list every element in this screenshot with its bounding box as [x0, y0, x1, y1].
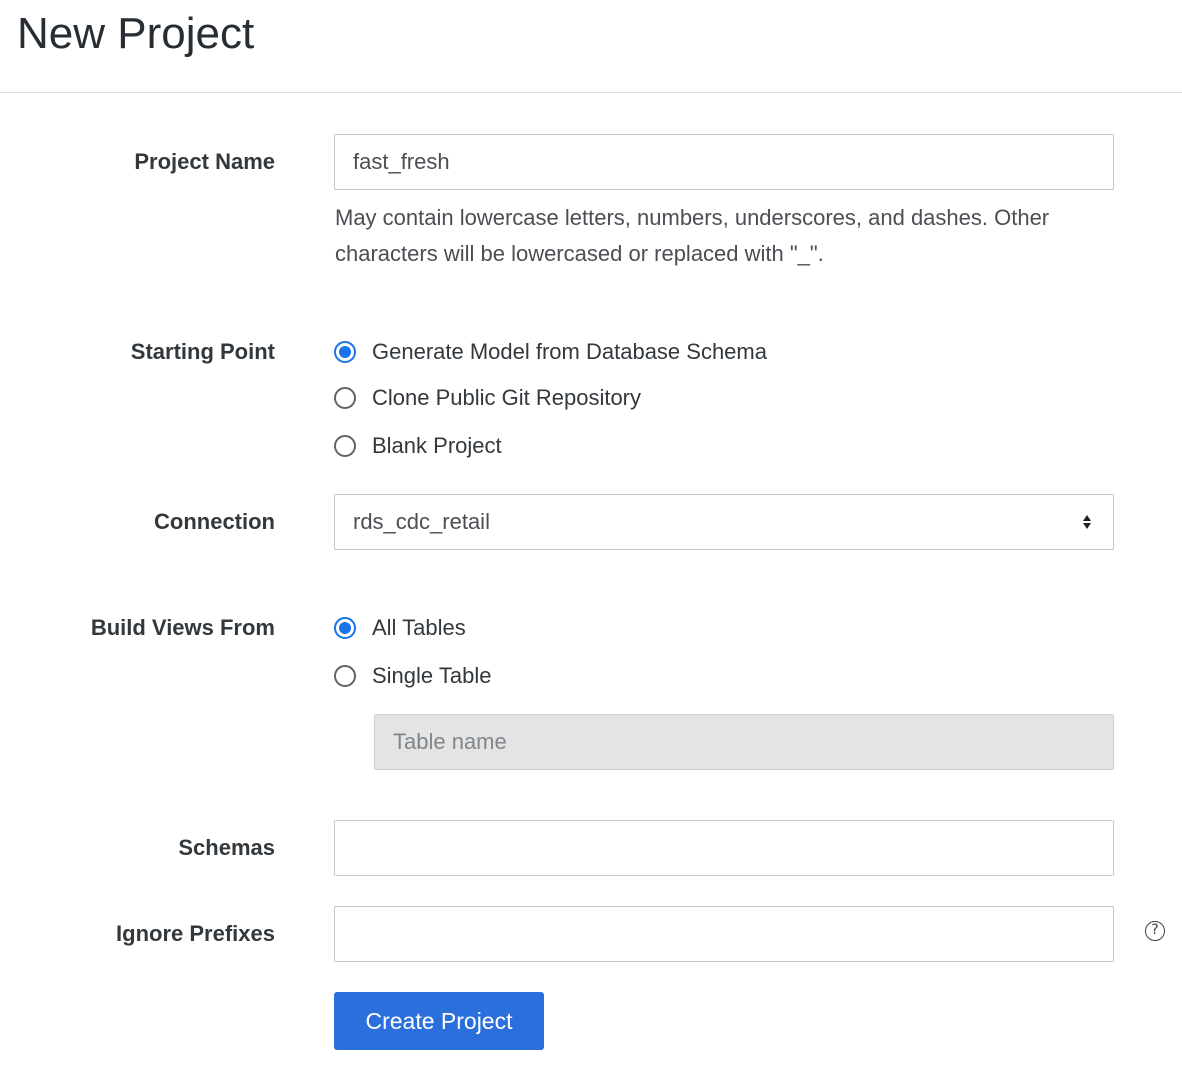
connection-label: Connection	[154, 509, 275, 534]
radio-label: Blank Project	[372, 433, 502, 458]
radio-checked-icon[interactable]	[334, 617, 356, 639]
starting-point-option-clone-git[interactable]: Clone Public Git Repository	[334, 383, 641, 413]
starting-point-label: Starting Point	[130, 339, 275, 364]
build-views-from-label: Build Views From	[90, 615, 275, 640]
build-views-option-all-tables[interactable]: All Tables	[334, 613, 466, 643]
starting-point-option-generate-model[interactable]: Generate Model from Database Schema	[334, 337, 767, 367]
project-name-label: Project Name	[134, 149, 275, 174]
project-name-help-text: May contain lowercase letters, numbers, …	[335, 205, 1050, 266]
ignore-prefixes-input[interactable]	[334, 906, 1114, 962]
radio-unchecked-icon[interactable]	[334, 435, 356, 457]
connection-select-value: rds_cdc_retail	[353, 509, 490, 534]
create-project-button[interactable]: Create Project	[334, 992, 544, 1050]
schemas-input[interactable]	[334, 820, 1114, 876]
select-arrows-icon	[1081, 514, 1093, 530]
radio-label: Clone Public Git Repository	[372, 385, 642, 410]
connection-select[interactable]: rds_cdc_retail	[334, 494, 1114, 550]
radio-label: All Tables	[372, 615, 466, 640]
project-name-input[interactable]	[334, 134, 1114, 190]
schemas-label: Schemas	[178, 835, 275, 860]
ignore-prefixes-label: Ignore Prefixes	[116, 921, 275, 946]
starting-point-option-blank-project[interactable]: Blank Project	[334, 431, 502, 461]
radio-label: Single Table	[372, 663, 492, 688]
radio-unchecked-icon[interactable]	[334, 665, 356, 687]
page-header: New Project	[0, 0, 1182, 93]
radio-label: Generate Model from Database Schema	[372, 339, 767, 364]
build-views-option-single-table[interactable]: Single Table	[334, 661, 491, 691]
page-title: New Project	[17, 9, 255, 58]
help-icon[interactable]: ?	[1145, 921, 1165, 941]
radio-checked-icon[interactable]	[334, 341, 356, 363]
radio-unchecked-icon[interactable]	[334, 387, 356, 409]
table-name-input	[374, 714, 1114, 770]
